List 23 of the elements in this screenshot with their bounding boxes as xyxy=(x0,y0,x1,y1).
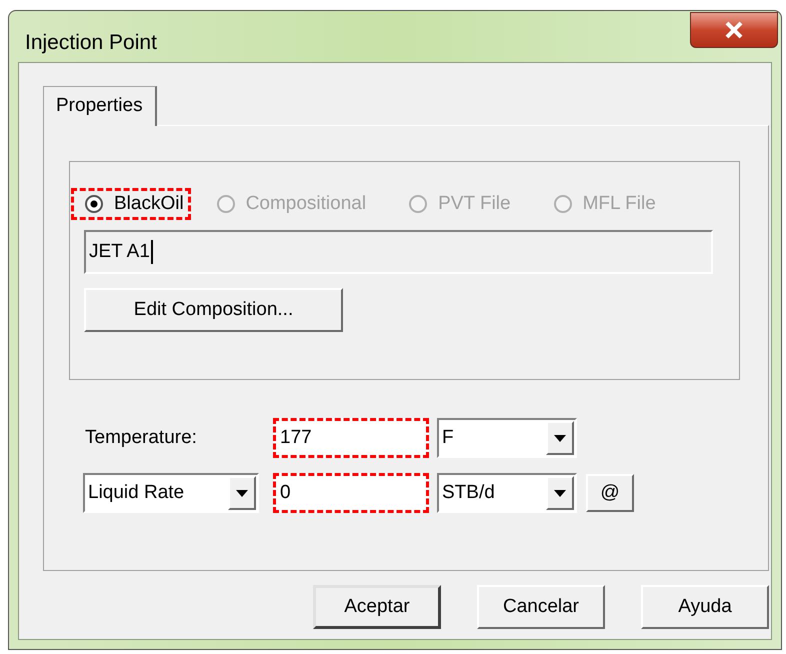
radio-icon xyxy=(84,194,104,214)
dialog-button[interactable]: Cancelar xyxy=(477,585,605,629)
radio-option[interactable]: BlackOil xyxy=(71,188,191,220)
text-cursor xyxy=(150,240,153,264)
rate-field[interactable]: 0 xyxy=(273,473,429,513)
edit-composition-button[interactable]: Edit Composition... xyxy=(84,288,343,332)
radio-icon xyxy=(552,194,573,214)
radio-icon xyxy=(216,194,236,214)
rate-type-dropdown[interactable]: Liquid Rate xyxy=(83,473,259,513)
dialog-button[interactable]: Ayuda xyxy=(641,585,769,629)
temperature-field[interactable]: 177 xyxy=(273,418,429,458)
fluid-name-field[interactable]: JET A1 xyxy=(84,230,713,274)
at-button[interactable]: @ xyxy=(586,474,634,512)
rate-unit-dropdown[interactable]: STB/d xyxy=(437,473,577,513)
temperature-label: Temperature: xyxy=(85,426,198,450)
close-icon xyxy=(724,21,744,39)
window-title: Injection Point xyxy=(25,30,157,56)
fluid-name-text: JET A1 xyxy=(89,240,150,264)
radio-icon xyxy=(408,194,428,214)
temperature-unit-dropdown[interactable]: F xyxy=(437,418,577,458)
close-button[interactable] xyxy=(690,12,778,48)
dialog-button[interactable]: Aceptar xyxy=(313,585,441,629)
tab[interactable]: Properties xyxy=(43,86,157,126)
